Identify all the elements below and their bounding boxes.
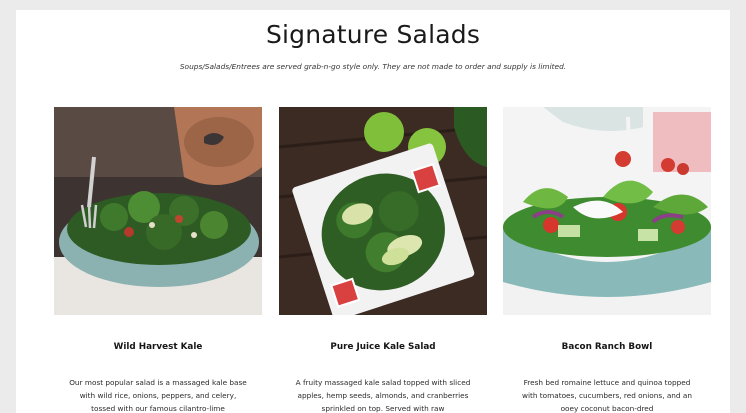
salad-name[interactable]: Pure Juice Kale Salad [279, 342, 487, 352]
wild-harvest-kale-photo[interactable] [54, 107, 262, 315]
salad-name[interactable]: Wild Harvest Kale [54, 342, 262, 352]
salad-card-pure-juice-kale[interactable]: Pure Juice Kale Salad A fruity massaged … [279, 107, 487, 413]
pure-juice-kale-photo[interactable] [279, 107, 487, 315]
salad-card-wild-harvest-kale[interactable]: Wild Harvest Kale Our most popular salad… [54, 107, 262, 413]
menu-page: Signature Salads Soups/Salads/Entrees ar… [16, 10, 730, 413]
service-notice: Soups/Salads/Entrees are served grab-n-g… [179, 62, 567, 71]
bacon-ranch-bowl-photo[interactable] [503, 107, 711, 315]
salad-description: Our most popular salad is a massaged kal… [69, 378, 247, 413]
page-title: Signature Salads [265, 20, 481, 49]
salad-description: A fruity massaged kale salad topped with… [295, 378, 471, 413]
salad-name[interactable]: Bacon Ranch Bowl [503, 342, 711, 352]
salad-description: Fresh bed romaine lettuce and quinoa top… [522, 378, 692, 413]
salad-card-bacon-ranch-bowl[interactable]: Bacon Ranch Bowl Fresh bed romaine lettu… [503, 107, 711, 413]
